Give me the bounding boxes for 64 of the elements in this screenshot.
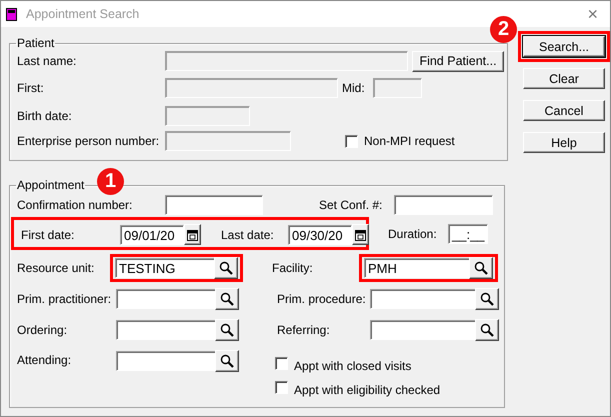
search-icon [219,261,233,275]
close-button[interactable]: × [587,5,598,23]
checkbox-label: Appt with closed visits [294,359,412,373]
input-field[interactable] [394,195,493,215]
search-button[interactable] [215,350,239,372]
input-field[interactable] [116,320,216,340]
field-label: Confirmation number: [17,198,134,212]
field-label: Last name: [17,54,78,68]
search-icon [480,323,494,337]
field-label: Facility: [272,261,314,275]
callout-badge: 1 [97,168,124,195]
field-label: Mid: [342,81,366,95]
checkbox[interactable] [345,134,358,148]
search-icon [220,354,234,368]
calendar-icon [355,228,366,240]
input-field[interactable] [116,289,216,309]
field-label: Ordering: [17,323,68,337]
calendar-button[interactable] [352,224,369,245]
dialog-button[interactable]: Clear [523,68,605,89]
search-button[interactable] [475,288,499,310]
search-icon [474,261,488,275]
input-field[interactable] [370,320,476,340]
input-field[interactable] [116,351,216,371]
field-label: Attending: [17,353,72,367]
search-button[interactable] [469,257,493,279]
search-icon [480,292,494,306]
field-label: Duration: [388,226,438,240]
field-label: Resource unit: [17,261,96,275]
group-title: Patient [16,36,56,50]
dialog-button[interactable]: Cancel [523,100,605,121]
checkbox[interactable] [275,356,288,370]
field-label: Prim. practitioner: [17,292,112,306]
field-label: Last date: [221,228,275,242]
field-label: Birth date: [17,109,73,123]
search-icon [220,292,234,306]
dialog-button[interactable]: Help [523,132,605,153]
field-label: First: [17,81,45,95]
time-field[interactable]: __:__ [448,224,488,244]
input-field[interactable] [165,195,263,215]
field-label: Set Conf. #: [319,198,384,212]
checkbox[interactable] [275,380,288,394]
input-field[interactable]: TESTING [115,258,215,278]
window-title: Appointment Search [26,7,140,21]
group-title: Appointment [16,178,86,192]
checkbox-label: Appt with eligibility checked [294,383,440,397]
input-field[interactable]: PMH [364,258,470,278]
search-button[interactable] [215,319,239,341]
search-button[interactable] [215,288,239,310]
calendar-button[interactable] [184,224,201,245]
input-field[interactable] [370,289,476,309]
find-patient-button[interactable]: Find Patient... [412,50,504,72]
field-label: Prim. procedure: [277,292,367,306]
dialog-button[interactable]: Search... [523,36,605,57]
field-label: Enterprise person number: [17,134,160,148]
search-icon [220,323,234,337]
search-button[interactable] [214,257,238,279]
date-field[interactable]: 09/01/20 [120,224,184,244]
field-label: Referring: [277,323,331,337]
field-label: First date: [21,228,76,242]
search-button[interactable] [475,319,499,341]
checkbox-label: Non-MPI request [364,134,455,148]
app-icon [6,8,17,20]
calendar-icon [187,228,198,240]
date-field[interactable]: 09/30/20 [288,224,352,244]
